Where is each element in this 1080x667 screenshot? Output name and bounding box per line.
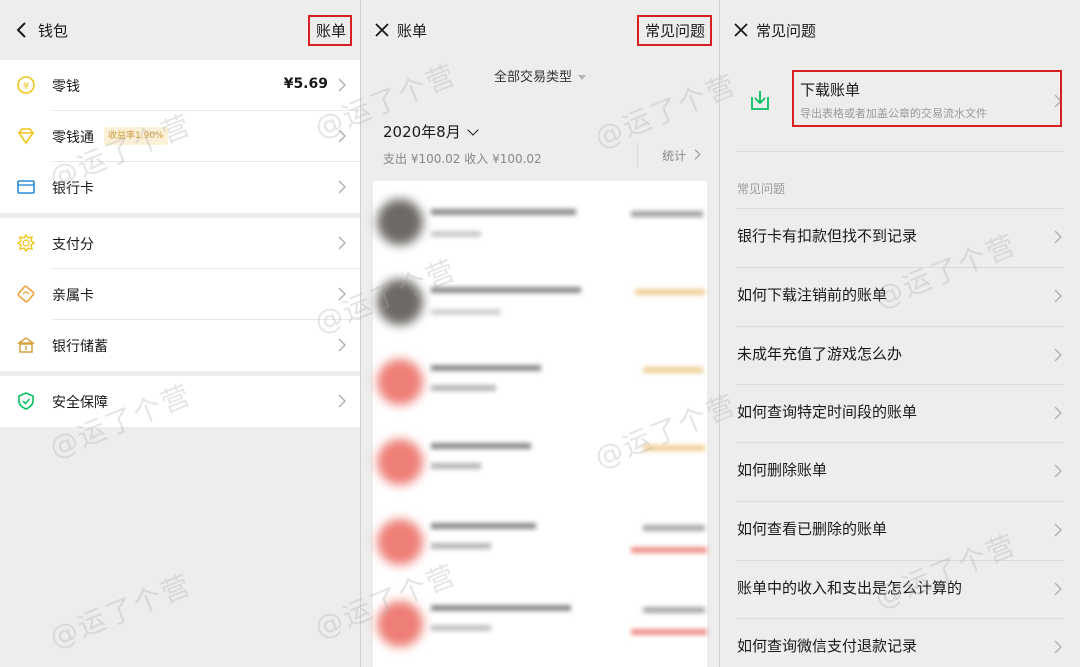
close-icon[interactable] [732,20,750,40]
wallet-item-lingqiantong[interactable]: 零钱通 收益率1.90% [0,111,360,162]
avatar [377,601,423,647]
wallet-list-primary: ¥ 零钱 ¥5.69 零钱通 收益率1.90% 银行卡 [0,60,360,213]
filter-label: 全部交易类型 [493,70,572,85]
page-title: 钱包 [38,22,69,40]
faq-question: 如何查询特定时间段的账单 [737,403,918,421]
chevron-right-icon [1054,289,1062,303]
chevron-down-icon [467,124,479,136]
item-label: 银行卡 [52,181,94,197]
wallet-list-secondary: 支付分 亲属卡 银行储蓄 [0,218,360,371]
bill-topbar: 账单 常见问题 [361,0,719,60]
avatar [377,199,423,245]
stats-label: 统计 [662,149,687,163]
back-arrow-icon[interactable] [14,20,32,40]
faq-question: 如何删除账单 [737,461,828,479]
wallet-item-family-card[interactable]: 亲属卡 [0,269,360,320]
month-selector[interactable]: 2020年8月 [383,121,479,142]
month-summary: 支出 ¥100.02 收入 ¥100.02 [383,152,542,166]
faq-item[interactable]: 如何下载注销前的账单 [720,267,1080,326]
diamond-icon [18,128,34,145]
page-title: 账单 [397,22,428,40]
family-card-icon [17,285,35,303]
chevron-right-icon [1054,582,1062,596]
chevron-right-icon [338,338,346,352]
faq-item[interactable]: 如何删除账单 [720,442,1080,501]
chevron-right-icon [1054,523,1062,537]
avatar [377,359,423,405]
stats-link[interactable]: 统计 [662,147,701,164]
svg-text:¥: ¥ [23,81,29,92]
transaction-type-filter[interactable]: 全部交易类型 [361,66,719,85]
savings-icon [16,337,36,353]
item-label: 零钱通 [52,130,94,146]
wallet-item-change[interactable]: ¥ 零钱 ¥5.69 [0,60,360,111]
highlight-box [308,15,352,46]
chevron-right-icon [694,149,701,160]
faq-item[interactable]: 账单中的收入和支出是怎么计算的 [720,560,1080,619]
faq-question: 如何下载注销前的账单 [737,286,888,304]
chevron-right-icon [338,394,346,408]
item-label: 零钱 [52,79,80,95]
download-bill-entry[interactable]: 下载账单 导出表格或者加盖公章的交易流水文件 [720,60,1080,152]
faq-section-label: 常见问题 [737,182,786,196]
transaction-row[interactable] [373,347,707,425]
faq-item[interactable]: 如何查询微信支付退款记录 [720,618,1080,667]
pay-score-icon [16,233,36,253]
chevron-right-icon [338,236,346,250]
month-label: 2020年8月 [383,123,461,141]
chevron-right-icon [338,180,346,194]
wallet-item-pay-score[interactable]: 支付分 [0,218,360,269]
wallet-panel: 钱包 账单 ¥ 零钱 ¥5.69 零钱通 收益率1.90% 银行卡 支付分 亲属… [0,0,360,667]
caret-down-icon [578,75,586,80]
faq-item[interactable]: 银行卡有扣款但找不到记录 [720,208,1080,267]
chevron-right-icon [338,129,346,143]
coin-icon: ¥ [17,76,35,94]
yield-badge: 收益率1.90% [104,127,168,145]
transaction-row[interactable] [373,267,707,345]
bill-panel: 账单 常见问题 全部交易类型 2020年8月 支出 ¥100.02 收入 ¥10… [361,0,719,667]
faq-item[interactable]: 如何查询特定时间段的账单 [720,384,1080,443]
chevron-right-icon [1054,406,1062,420]
chevron-right-icon [1054,348,1062,362]
chevron-right-icon [338,78,346,92]
faq-question: 银行卡有扣款但找不到记录 [737,227,918,245]
avatar [377,439,423,485]
avatar [377,279,423,325]
chevron-right-icon [1054,464,1062,478]
faq-panel: 常见问题 下载账单 导出表格或者加盖公章的交易流水文件 常见问题 银行卡有扣款但… [720,0,1080,667]
download-icon [751,91,769,110]
bank-card-icon [17,180,35,194]
wallet-list-security: 安全保障 [0,376,360,427]
item-label: 支付分 [52,237,94,253]
chevron-right-icon [338,287,346,301]
transaction-row[interactable] [373,427,707,505]
faq-topbar: 常见问题 [720,0,1080,60]
item-label: 安全保障 [52,395,108,411]
wallet-item-savings[interactable]: 银行储蓄 [0,320,360,371]
faq-question: 未成年充值了游戏怎么办 [737,345,903,363]
transaction-row[interactable] [373,507,707,585]
faq-item[interactable]: 未成年充值了游戏怎么办 [720,326,1080,385]
wallet-item-security[interactable]: 安全保障 [0,376,360,427]
page-title: 常见问题 [756,22,817,40]
item-label: 银行储蓄 [52,339,108,355]
transaction-list [373,181,707,667]
faq-item[interactable]: 如何查看已删除的账单 [720,501,1080,560]
close-icon[interactable] [373,20,391,40]
transaction-row[interactable] [373,587,707,665]
highlight-box [637,15,712,46]
faq-question: 如何查询微信支付退款记录 [737,637,918,655]
faq-question: 如何查看已删除的账单 [737,520,888,538]
highlight-box [792,70,1062,127]
avatar [377,519,423,565]
wallet-item-bank-card[interactable]: 银行卡 [0,162,360,213]
change-balance: ¥5.69 [283,76,328,92]
shield-icon [18,392,34,410]
item-label: 亲属卡 [52,288,94,304]
faq-question: 账单中的收入和支出是怎么计算的 [737,579,963,597]
wallet-topbar: 钱包 账单 [0,0,360,60]
chevron-right-icon [1054,640,1062,654]
transaction-row[interactable] [373,187,707,265]
chevron-right-icon [1054,230,1062,244]
